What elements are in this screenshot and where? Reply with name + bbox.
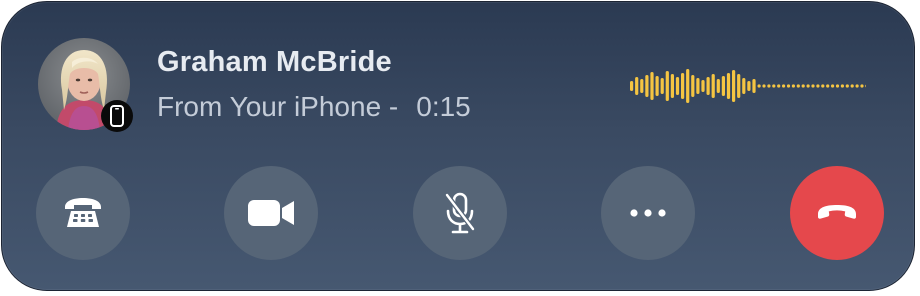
caller-name: Graham McBride (157, 46, 392, 78)
waveform-bar (711, 74, 715, 98)
waveform-bar (655, 76, 659, 96)
waveform-bar (681, 73, 685, 99)
call-controls (36, 166, 884, 260)
more-options-button[interactable] (601, 166, 695, 260)
waveform-bar (696, 78, 700, 94)
waveform-dot (767, 84, 771, 88)
waveform-bar (752, 79, 756, 93)
ellipsis-icon (630, 209, 666, 217)
call-status: From Your iPhone - 0:15 (157, 91, 471, 123)
waveform-bar (742, 78, 746, 94)
caller-avatar-group (38, 38, 133, 132)
waveform-bar (716, 79, 720, 93)
waveform-dot (791, 84, 795, 88)
waveform-bar (686, 69, 690, 103)
waveform-bar (691, 75, 695, 97)
call-source: From Your iPhone - (157, 91, 399, 122)
waveform-bar (665, 71, 669, 101)
waveform-bar (721, 76, 725, 96)
waveform-dot (772, 84, 776, 88)
mute-button[interactable] (413, 166, 507, 260)
waveform-dot (757, 84, 761, 88)
audio-waveform-icon (630, 69, 866, 103)
video-button[interactable] (224, 166, 318, 260)
end-call-button[interactable] (790, 166, 884, 260)
waveform-dot (826, 84, 830, 88)
waveform-dot (782, 84, 786, 88)
waveform-bar (635, 77, 639, 95)
waveform-dot (762, 84, 766, 88)
waveform-dot (865, 84, 866, 88)
waveform-bar (701, 80, 705, 92)
waveform-dot (860, 84, 864, 88)
waveform-dot (855, 84, 859, 88)
waveform-dot (801, 84, 805, 88)
waveform-dot (811, 84, 815, 88)
video-camera-icon (248, 200, 294, 226)
waveform-dot (850, 84, 854, 88)
waveform-bar (630, 81, 634, 91)
waveform-bar (670, 74, 674, 98)
keypad-phone-icon (65, 198, 101, 227)
waveform-dot (786, 84, 791, 88)
waveform-bar (737, 74, 741, 98)
iphone-icon (101, 100, 133, 132)
waveform-bar (650, 72, 654, 100)
waveform-dot (821, 84, 825, 88)
waveform-dot (831, 84, 835, 88)
call-duration: 0:15 (416, 91, 471, 122)
waveform-dot (845, 84, 849, 88)
waveform-dot (806, 84, 810, 88)
waveform-bar (732, 70, 736, 102)
microphone-slash-icon (445, 192, 475, 234)
waveform-bar (645, 75, 649, 97)
waveform-dot (796, 84, 800, 88)
waveform-bar (660, 78, 664, 94)
waveform-bar (640, 79, 644, 93)
waveform-dot (835, 84, 840, 88)
waveform-bar (747, 81, 751, 91)
waveform-dot (777, 84, 781, 88)
call-window: Graham McBride From Your iPhone - 0:15 (1, 1, 915, 291)
waveform-bar (675, 77, 680, 95)
waveform-dot (816, 84, 820, 88)
waveform-bar (706, 77, 710, 95)
keypad-button[interactable] (36, 166, 130, 260)
waveform-bar (726, 73, 731, 99)
waveform-dot (840, 84, 844, 88)
end-call-icon (818, 205, 856, 219)
